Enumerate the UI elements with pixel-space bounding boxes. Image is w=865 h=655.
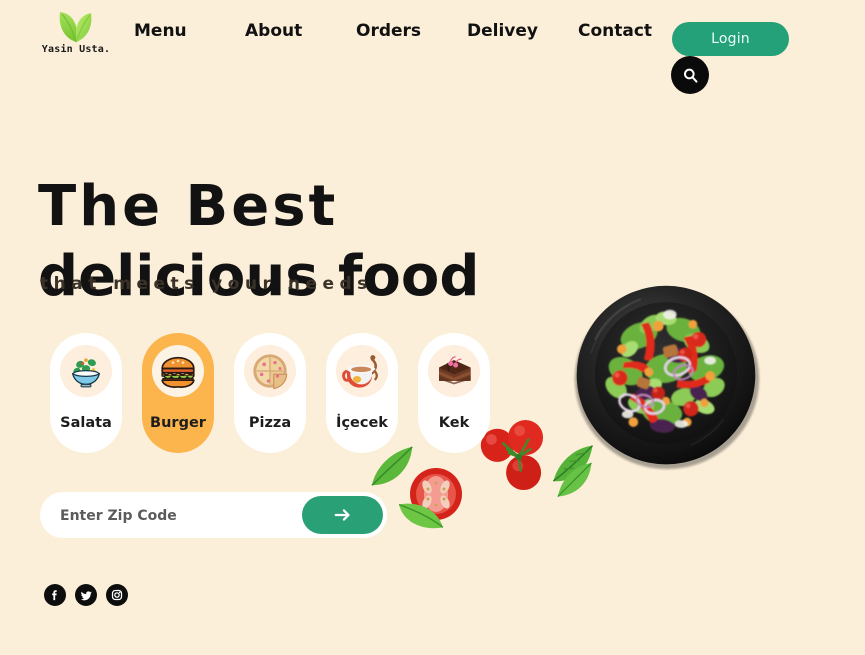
arrow-right-icon — [334, 509, 350, 521]
nav-item-menu[interactable]: Menu — [134, 21, 187, 41]
category-label: Salata — [60, 415, 112, 431]
basil-leaf-decoration — [398, 503, 444, 529]
search-icon — [683, 68, 697, 83]
nav-slot: Orders — [356, 21, 467, 41]
nav-item-orders[interactable]: Orders — [356, 21, 421, 41]
category-list: Salata Burger Pizza İçecek Kek — [50, 333, 490, 453]
category-card-pizza[interactable]: Pizza — [234, 333, 306, 453]
login-button[interactable]: Login — [672, 22, 789, 56]
brand-logo[interactable]: Yasin Usta. — [32, 2, 120, 55]
hero-subtitle: that meets your needs — [40, 274, 373, 294]
cake-slice-icon — [439, 356, 471, 385]
category-icon-wrap — [244, 345, 296, 397]
category-card-burger[interactable]: Burger — [142, 333, 214, 453]
tomato-half-decoration — [410, 468, 462, 520]
category-card-salata[interactable]: Salata — [50, 333, 122, 453]
zip-code-form — [40, 492, 387, 540]
category-icon-wrap — [60, 345, 112, 397]
nav-item-about[interactable]: About — [245, 21, 302, 41]
social-link-twitter[interactable] — [75, 584, 97, 606]
salad-plate-image — [574, 285, 760, 470]
category-label: Kek — [438, 415, 470, 431]
category-icon-wrap — [336, 345, 388, 397]
facebook-icon — [52, 590, 57, 601]
category-label: Pizza — [248, 415, 292, 431]
burger-icon — [161, 356, 195, 388]
category-card-kek[interactable]: Kek — [418, 333, 490, 453]
nav-slot: Delivey — [467, 21, 578, 41]
search-button[interactable] — [671, 56, 709, 94]
social-links — [44, 584, 128, 606]
category-label: İçecek — [336, 415, 388, 431]
hero-line-1: The Best — [38, 173, 339, 239]
social-link-facebook[interactable] — [44, 584, 66, 606]
category-label: Burger — [150, 415, 206, 431]
brand-name: Yasin Usta. — [41, 44, 111, 55]
category-icon-wrap — [428, 345, 480, 397]
zip-code-input[interactable] — [58, 492, 327, 540]
nav-slot: Menu — [134, 21, 245, 41]
drink-cup-icon — [342, 355, 378, 388]
instagram-icon — [111, 589, 123, 601]
social-link-instagram[interactable] — [106, 584, 128, 606]
zip-submit-button[interactable] — [302, 496, 383, 534]
pizza-icon — [253, 354, 288, 390]
twitter-icon — [80, 590, 92, 600]
category-icon-wrap — [152, 345, 204, 397]
nav-item-delivery[interactable]: Delivey — [467, 21, 538, 41]
leaf-icon — [59, 12, 92, 43]
nav-slot: About — [245, 21, 356, 41]
nav-item-contact[interactable]: Contact — [578, 21, 652, 41]
main-navigation: Menu About Orders Delivey Contact — [134, 21, 652, 41]
landing-page: Yasin Usta. Menu About Orders Delivey Co… — [0, 0, 865, 655]
category-card-icecek[interactable]: İçecek — [326, 333, 398, 453]
salad-bowl-icon — [72, 358, 101, 388]
nav-slot: Contact — [578, 21, 652, 41]
site-header: Yasin Usta. Menu About Orders Delivey Co… — [0, 0, 865, 105]
